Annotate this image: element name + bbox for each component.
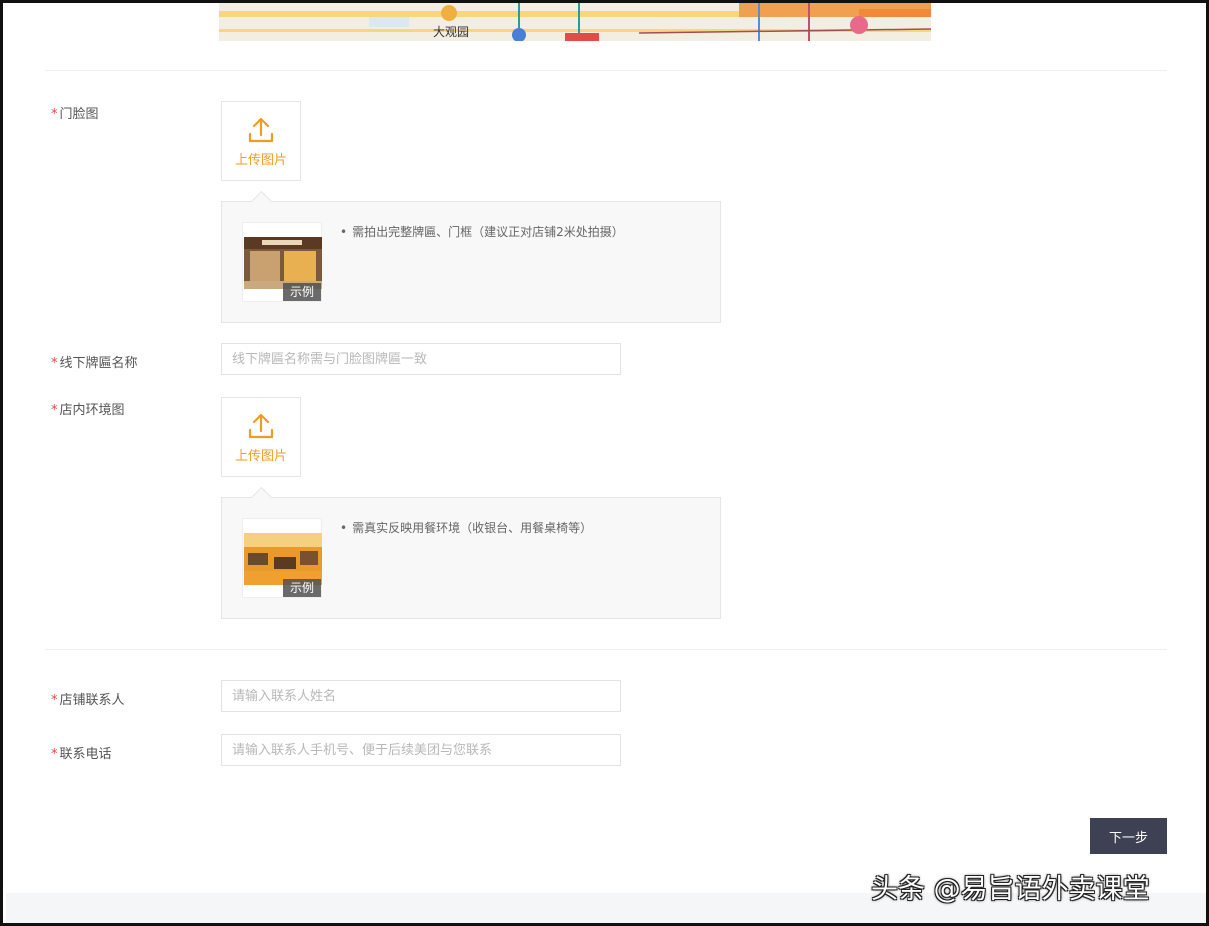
section-divider <box>45 70 1167 71</box>
watermark-text: 头条 @易旨语外卖课堂 <box>871 874 1150 905</box>
interior-tip-box: 示例 需真实反映用餐环境（收银台、用餐桌椅等） <box>221 497 721 619</box>
upload-icon <box>248 117 274 142</box>
storefront-tip-box: 示例 需拍出完整牌匾、门框（建议正对店铺2米处拍摄） <box>221 201 721 323</box>
contact-name-label: * 店铺联系人 <box>51 689 125 708</box>
interior-photo-label: * 店内环境图 <box>51 399 125 418</box>
upload-label: 上传图片 <box>234 152 287 168</box>
upload-icon <box>248 413 274 438</box>
required-mark: * <box>51 693 58 708</box>
sample-badge: 示例 <box>283 579 321 597</box>
storefront-sample-image <box>244 237 322 289</box>
required-mark: * <box>51 107 58 122</box>
storefront-sample-thumbnail[interactable]: 示例 <box>242 222 322 302</box>
contact-name-label-text: 店铺联系人 <box>59 693 125 708</box>
interior-tip-text: 需真实反映用餐环境（收银台、用餐桌椅等） <box>340 519 592 536</box>
interior-upload-button[interactable]: 上传图片 <box>221 397 301 477</box>
storefront-tip-text: 需拍出完整牌匾、门框（建议正对店铺2米处拍摄） <box>340 223 624 240</box>
contact-phone-label-text: 联系电话 <box>59 747 112 762</box>
sign-name-label: * 线下牌匾名称 <box>51 352 138 371</box>
contact-phone-input[interactable] <box>221 734 621 766</box>
contact-name-input[interactable] <box>221 680 621 712</box>
sign-name-input[interactable] <box>221 343 621 375</box>
sample-badge: 示例 <box>283 283 321 301</box>
storefront-photo-label: * 门脸图 <box>51 103 99 122</box>
upload-label: 上传图片 <box>234 448 287 464</box>
interior-sample-image <box>244 533 322 585</box>
storefront-upload-button[interactable]: 上传图片 <box>221 101 301 181</box>
interior-photo-label-text: 店内环境图 <box>59 403 125 418</box>
contact-phone-label: * 联系电话 <box>51 743 112 762</box>
map-place-label: 大观园 <box>433 25 470 39</box>
location-map[interactable]: 大观园 <box>219 3 931 41</box>
next-step-button[interactable]: 下一步 <box>1090 818 1167 854</box>
section-divider <box>45 649 1167 650</box>
map-roads <box>219 3 931 41</box>
required-mark: * <box>51 356 58 371</box>
interior-sample-thumbnail[interactable]: 示例 <box>242 518 322 598</box>
page-frame: 大观园 *门脸图 上传图片 示例 需拍出完整牌匾、门框（建议正对店铺2米处拍摄） <box>0 0 1209 926</box>
sign-name-label-text: 线下牌匾名称 <box>59 356 138 371</box>
required-mark: * <box>51 747 58 762</box>
required-mark: * <box>51 403 58 418</box>
storefront-photo-label-text: 门脸图 <box>59 107 99 122</box>
